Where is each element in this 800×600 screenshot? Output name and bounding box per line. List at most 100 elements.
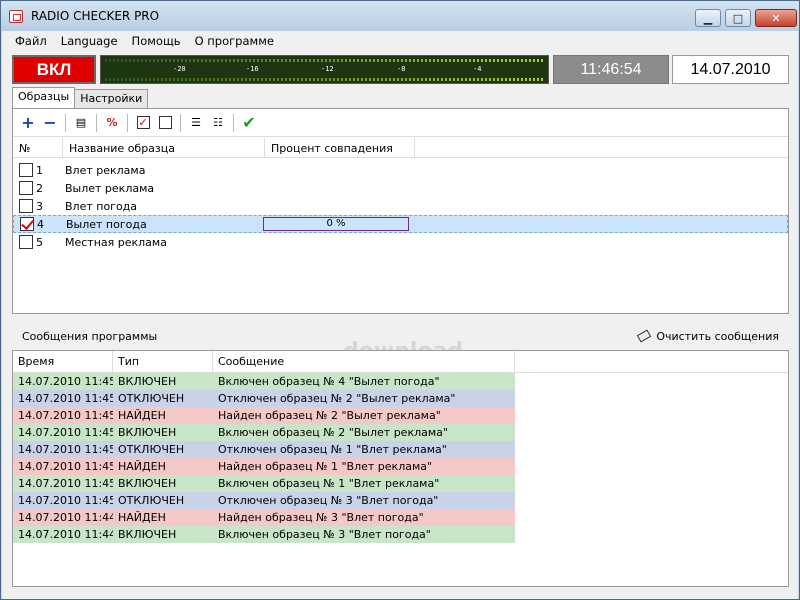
log-type: НАЙДЕН xyxy=(118,460,166,473)
meter-segment xyxy=(249,78,251,81)
log-type: ВКЛЮЧЕН xyxy=(118,426,177,439)
log-row[interactable]: 14.07.2010 11:45: ВКЛЮЧЕН Включен образец … xyxy=(13,373,515,390)
log-time: 14.07.2010 11:44: xyxy=(18,511,113,524)
meter-segment xyxy=(381,78,383,81)
log-row[interactable]: 14.07.2010 11:45: ОТКЛЮЧЕН Отключен образе… xyxy=(13,390,515,407)
menu-about[interactable]: О программе xyxy=(188,31,281,50)
meter-segment xyxy=(261,78,263,81)
check-all-button[interactable]: ✓ xyxy=(133,113,153,133)
sample-row-selected[interactable]: 4 Вылет погода 0 % xyxy=(13,215,788,233)
apply-button[interactable]: ✔ xyxy=(239,113,259,133)
meter-segment xyxy=(225,78,227,81)
log-row[interactable]: 14.07.2010 11:45: ВКЛЮЧЕН Включен образец … xyxy=(13,424,515,441)
meter-segment xyxy=(381,59,383,62)
meter-segment xyxy=(441,59,443,62)
log-row[interactable]: 14.07.2010 11:45: ОТКЛЮЧЕН Отключен образе… xyxy=(13,441,515,458)
log-row[interactable]: 14.07.2010 11:44: ВКЛЮЧЕН Включен образец … xyxy=(13,526,515,543)
power-button[interactable]: ВКЛ xyxy=(12,55,96,84)
log-type: ОТКЛЮЧЕН xyxy=(118,392,185,405)
meter-segment xyxy=(469,59,471,62)
meter-segment xyxy=(413,78,415,81)
col-number[interactable]: № xyxy=(13,138,63,157)
sample-checkbox[interactable] xyxy=(19,181,33,195)
meter-segment xyxy=(353,59,355,62)
meter-segment xyxy=(477,59,479,62)
sample-name: Местная реклама xyxy=(65,235,167,249)
tab-settings[interactable]: Настройки xyxy=(74,89,149,108)
uncheck-all-icon xyxy=(158,116,172,129)
minimize-button[interactable]: ▁ xyxy=(695,9,721,27)
add-button[interactable]: + xyxy=(18,113,38,133)
close-button[interactable]: ✕ xyxy=(755,9,797,27)
sample-number: 2 xyxy=(36,181,43,195)
meter-segment xyxy=(201,59,203,62)
messages-bar: Сообщения программы Очистить сообщения xyxy=(12,322,789,350)
remove-button[interactable]: − xyxy=(40,113,60,133)
meter-segment xyxy=(205,78,207,81)
meter-segment xyxy=(221,78,223,81)
list-alt-icon: ☷ xyxy=(213,116,223,129)
meter-segment xyxy=(201,78,203,81)
maximize-button[interactable]: □ xyxy=(725,9,751,27)
meter-segment xyxy=(465,78,467,81)
log-message: Включен образец № 4 "Вылет погода" xyxy=(218,375,440,388)
col-type[interactable]: Тип xyxy=(113,351,213,372)
meter-segment xyxy=(445,59,447,62)
log-row[interactable]: 14.07.2010 11:45: ОТКЛЮЧЕН Отключен образе… xyxy=(13,492,515,509)
menu-help[interactable]: Помощь xyxy=(125,31,188,50)
sample-row[interactable]: 5 Местная реклама xyxy=(13,233,788,251)
log-row[interactable]: 14.07.2010 11:45: НАЙДЕН Найден образец № … xyxy=(13,407,515,424)
meter-segment xyxy=(273,59,275,62)
percent-button[interactable]: % xyxy=(102,113,122,133)
log-message: Отключен образец № 2 "Вылет реклама" xyxy=(218,392,456,405)
meter-segment xyxy=(509,78,511,81)
meter-segment xyxy=(401,59,403,62)
meter-segment xyxy=(373,59,375,62)
sample-checkbox[interactable] xyxy=(20,217,34,231)
col-percent[interactable]: Процент совпадения xyxy=(265,138,415,157)
meter-segment xyxy=(385,78,387,81)
sample-row[interactable]: 3 Влет погода xyxy=(13,197,788,215)
sample-checkbox[interactable] xyxy=(19,235,33,249)
meter-segment xyxy=(453,78,455,81)
properties-icon: ▤ xyxy=(75,116,87,129)
meter-segment xyxy=(385,59,387,62)
uncheck-all-button[interactable] xyxy=(155,113,175,133)
meter-segment xyxy=(281,59,283,62)
meter-segment xyxy=(161,78,163,81)
log-row[interactable]: 14.07.2010 11:44: НАЙДЕН Найден образец № … xyxy=(13,509,515,526)
col-message[interactable]: Сообщение xyxy=(213,351,515,372)
log-type: ВКЛЮЧЕН xyxy=(118,477,177,490)
meter-segment xyxy=(357,59,359,62)
list-button[interactable]: ☰ xyxy=(186,113,206,133)
log-row[interactable]: 14.07.2010 11:45: НАЙДЕН Найден образец № … xyxy=(13,458,515,475)
log-row[interactable]: 14.07.2010 11:45: ВКЛЮЧЕН Включен образец … xyxy=(13,475,515,492)
meter-segment xyxy=(241,78,243,81)
properties-button[interactable]: ▤ xyxy=(71,113,91,133)
meter-segment xyxy=(517,59,519,62)
meter-segment xyxy=(257,59,259,62)
sample-row[interactable]: 2 Вылет реклама xyxy=(13,179,788,197)
sample-row[interactable]: 1 Влет реклама xyxy=(13,161,788,179)
meter-segment xyxy=(401,78,403,81)
sample-checkbox[interactable] xyxy=(19,163,33,177)
col-time[interactable]: Время xyxy=(13,351,113,372)
menu-language[interactable]: Language xyxy=(54,31,125,50)
menu-file[interactable]: Файл xyxy=(8,31,54,50)
eraser-icon xyxy=(637,329,652,343)
meter-segment xyxy=(357,78,359,81)
messages-log: Время Тип Сообщение 14.07.2010 11:45: ВКЛ… xyxy=(12,350,789,587)
sample-checkbox[interactable] xyxy=(19,199,33,213)
list-alt-button[interactable]: ☷ xyxy=(208,113,228,133)
date-display: 14.07.2010 xyxy=(672,55,789,84)
meter-segment xyxy=(105,59,107,62)
meter-segment xyxy=(281,78,283,81)
sample-number: 3 xyxy=(36,199,43,213)
meter-segment xyxy=(441,78,443,81)
col-name[interactable]: Название образца xyxy=(63,138,265,157)
clear-messages-button[interactable]: Очистить сообщения xyxy=(637,329,779,343)
sample-name: Вылет реклама xyxy=(65,181,155,195)
meter-segment xyxy=(169,78,171,81)
list-icon: ☰ xyxy=(191,116,201,129)
tab-samples[interactable]: Образцы xyxy=(12,87,76,108)
